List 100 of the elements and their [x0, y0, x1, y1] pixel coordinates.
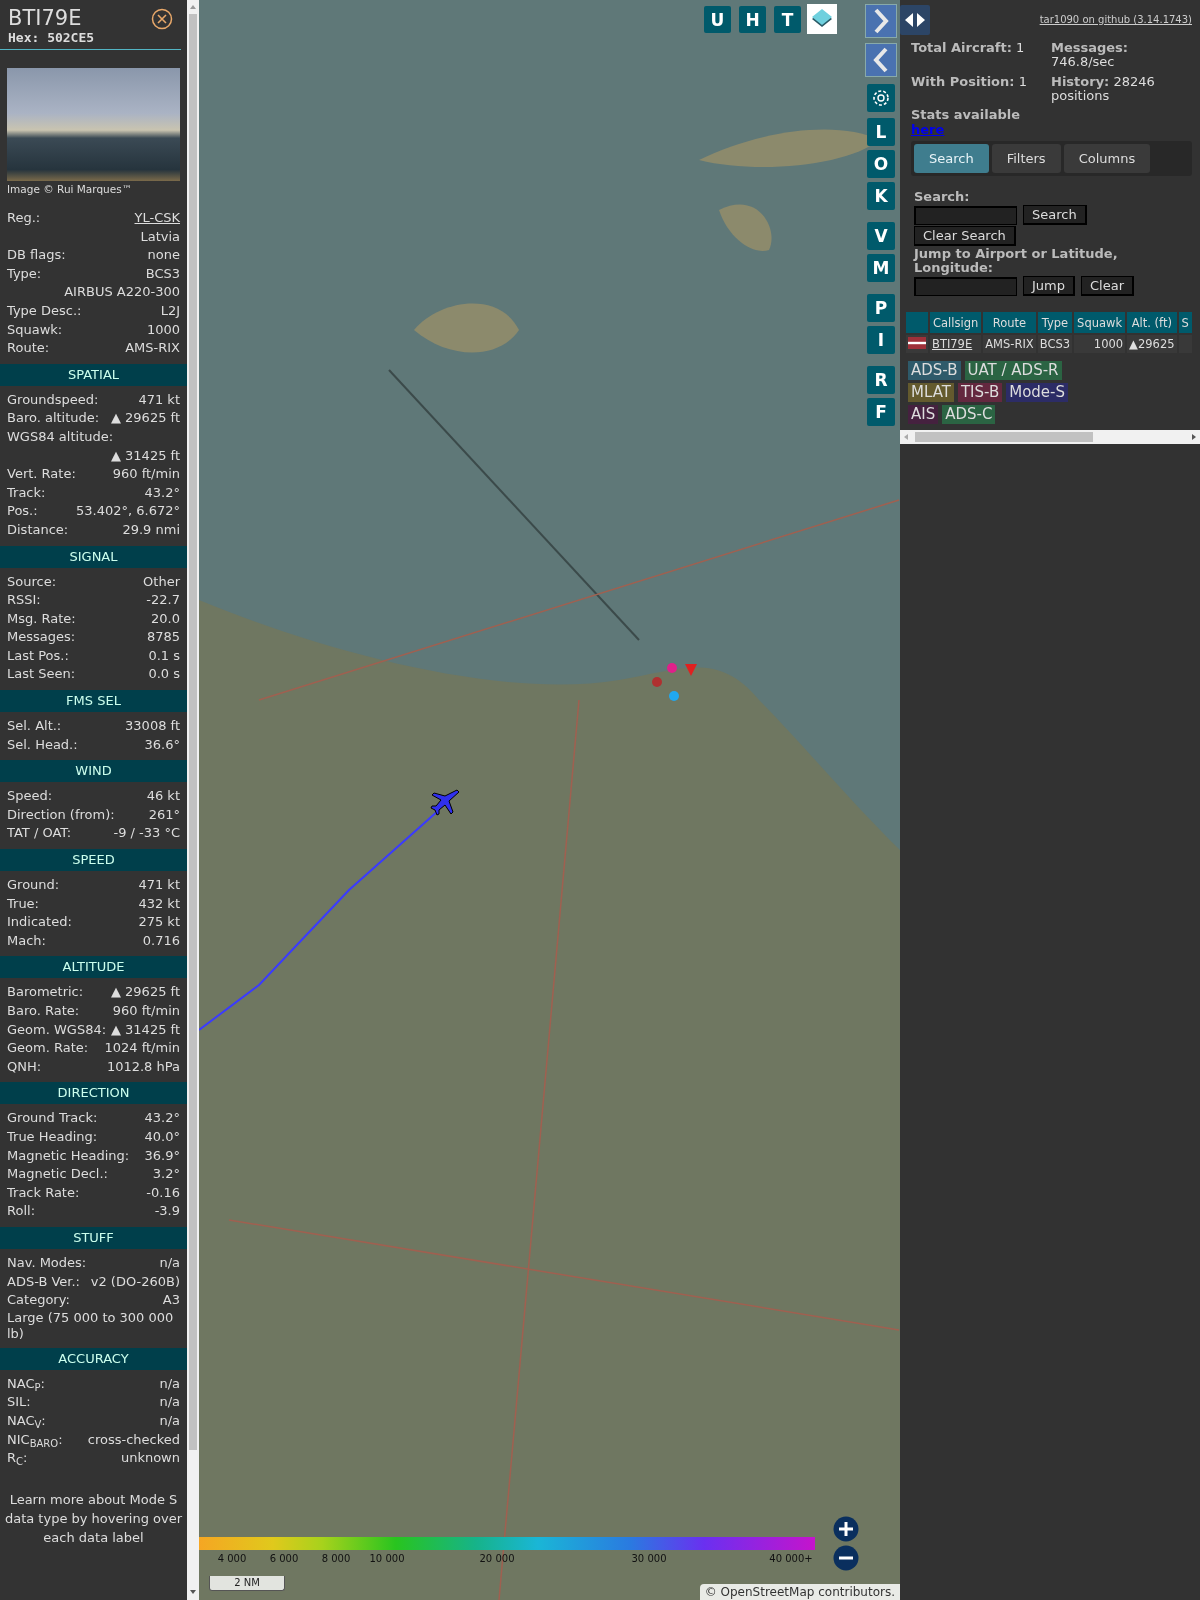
zoom-in-icon[interactable] [833, 1516, 859, 1542]
triangle-marker[interactable] [685, 664, 697, 676]
chevron-right-icon[interactable] [865, 4, 897, 38]
layers-icon[interactable] [807, 4, 837, 34]
map-marker[interactable] [667, 663, 677, 673]
field-label: Geom. WGS84: [7, 1020, 107, 1039]
search-field[interactable] [914, 205, 1017, 225]
section-header: ACCURACY [0, 1347, 187, 1370]
field-label: Magnetic Heading: [7, 1146, 130, 1165]
map-letter-button[interactable]: H [739, 6, 766, 33]
field-value: Latvia [140, 227, 180, 246]
aircraft-row[interactable]: BTI79E AMS-RIX BCS3 1000 ▲29625 [906, 335, 1192, 353]
field-value: n/a [159, 1411, 180, 1430]
field-label: Ground: [7, 876, 60, 895]
map-letter-button[interactable]: R [867, 366, 895, 394]
field-label: Reg.: [7, 209, 41, 227]
field-label: NAC$_{V}$: [7, 1411, 46, 1431]
section-header: STUFF [0, 1226, 187, 1249]
aircraft-icon[interactable] [429, 788, 461, 818]
search-label: Search: [914, 190, 971, 204]
column-header[interactable]: Alt. (ft) [1127, 312, 1177, 333]
stat-text: With Position: 1 [911, 75, 1028, 91]
stat-text: Messages: 746.8/sec [1051, 41, 1130, 69]
flag-icon [908, 336, 926, 349]
field-value: 1024 ft/min [104, 1039, 180, 1058]
field-label: Magnetic Decl.: [7, 1165, 108, 1184]
field-label: Geom. Rate: [7, 1039, 89, 1058]
tab[interactable]: Search [914, 144, 989, 173]
scale-label: 6 000 [269, 1553, 299, 1564]
jump-field[interactable] [914, 276, 1017, 296]
column-header[interactable]: Callsign [930, 312, 982, 333]
column-header[interactable]: S [1178, 312, 1192, 333]
zoom-out-icon[interactable] [833, 1545, 859, 1571]
section-header: FMS SEL [0, 690, 187, 713]
stat-text: Total Aircraft: 1 [911, 41, 1026, 57]
field-value: AMS-RIX [125, 339, 180, 358]
map-letter-button[interactable]: T [774, 6, 801, 33]
search-button[interactable]: Search [1023, 205, 1087, 225]
source-tag: ADS-C [942, 405, 996, 424]
chevron-left-icon[interactable] [865, 43, 897, 77]
field-label: Vert. Rate: [7, 465, 76, 484]
column-header[interactable]: Route [983, 312, 1036, 333]
field-value: 261° [148, 805, 180, 824]
field-value: 40.0° [144, 1127, 180, 1146]
version-link[interactable]: tar1090 on github (3.14.1743) [1039, 14, 1192, 25]
tab[interactable]: Filters [991, 144, 1061, 173]
field-label: R$_{C}$: [7, 1449, 28, 1468]
field-label: Sel. Alt.: [7, 717, 62, 736]
map-letter-button[interactable]: L [867, 118, 895, 146]
table-cell: AMS-RIX [983, 335, 1036, 353]
jump-button[interactable]: Jump [1023, 276, 1075, 296]
clear-button[interactable]: Clear [1081, 276, 1134, 296]
field-value: 0.716 [142, 931, 180, 950]
map-letter-button[interactable]: I [867, 326, 895, 354]
tab[interactable]: Columns [1063, 144, 1151, 173]
field-value: 46 kt [146, 787, 180, 806]
horizontal-scrollbar[interactable] [900, 430, 1200, 444]
column-header [906, 312, 928, 333]
field-value: 29.9 nmi [122, 520, 180, 539]
close-icon[interactable] [151, 8, 173, 30]
field-value: none [147, 246, 180, 265]
field-value: ▲ 29625 ft [110, 983, 180, 1002]
registration-link[interactable]: YL-CSK [134, 209, 180, 228]
map-letter-button[interactable]: P [867, 294, 895, 322]
table-cell: BCS3 [1037, 335, 1073, 353]
field-value: ▲ 29625 ft [110, 409, 180, 428]
field-value: -22.7 [146, 591, 180, 610]
field-label: SIL: [7, 1393, 31, 1412]
hex-code: Hex: 502CE5 [8, 30, 95, 45]
field-value: n/a [159, 1253, 180, 1272]
field-label: Last Pos.: [7, 646, 69, 665]
column-header[interactable]: Squawk [1074, 312, 1126, 333]
map-marker[interactable] [652, 677, 662, 687]
clear-search-button[interactable]: Clear Search [914, 226, 1016, 246]
scale-label: 4 000 [217, 1553, 247, 1564]
field-label: Squawk: [7, 320, 63, 339]
section-header: DIRECTION [0, 1082, 187, 1105]
field-label: Last Seen: [7, 665, 76, 684]
field-label: Roll: [7, 1202, 35, 1221]
field-value: 0.1 s [148, 646, 180, 665]
map-letter-button[interactable]: M [867, 254, 895, 282]
field-value: 275 kt [138, 913, 180, 932]
field-label: Ground Track: [7, 1109, 98, 1128]
settings-icon[interactable] [867, 84, 895, 112]
map-letter-button[interactable]: F [867, 398, 895, 426]
map-letter-button[interactable]: K [867, 182, 895, 210]
field-label: Track Rate: [7, 1183, 80, 1202]
map-letter-button[interactable]: O [867, 150, 895, 178]
field-label: NAC$_{P}$: [7, 1374, 45, 1394]
map-letter-button[interactable]: V [867, 222, 895, 250]
panel-toggle-icon[interactable] [900, 5, 930, 35]
scale-label: 20 000 [479, 1553, 515, 1564]
map-marker[interactable] [669, 691, 679, 701]
map-attribution[interactable]: © OpenStreetMap contributors. [699, 1584, 900, 1600]
column-header[interactable]: Type [1037, 312, 1073, 333]
field-label: Messages: [7, 628, 76, 647]
field-label: Speed: [7, 787, 53, 806]
field-label: RSSI: [7, 591, 41, 610]
scale-label: 10 000 [369, 1553, 405, 1564]
map-letter-button[interactable]: U [704, 6, 731, 33]
